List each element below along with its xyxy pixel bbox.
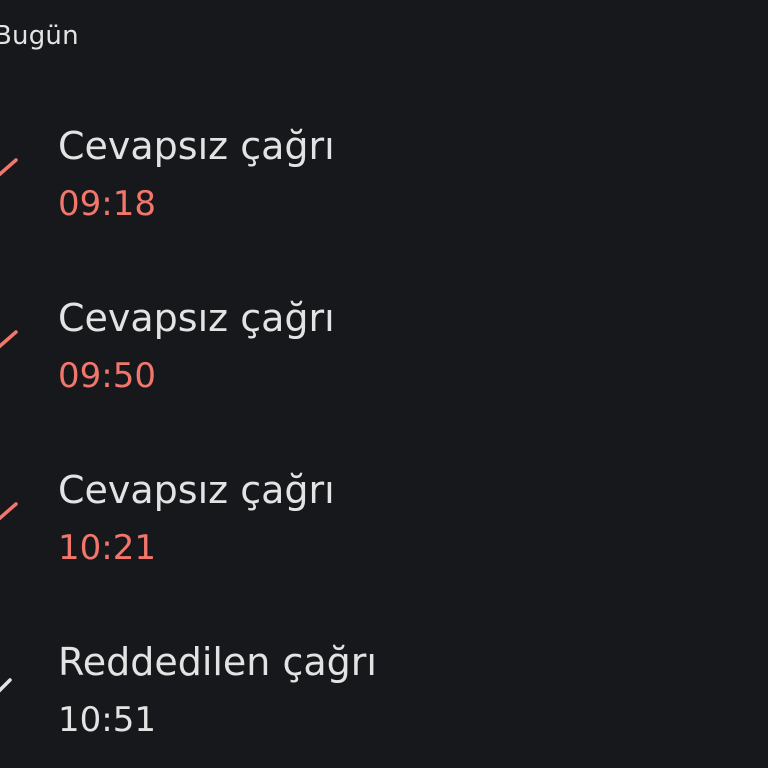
call-type-label: Reddedilen çağrı [58,640,377,684]
call-log-item[interactable]: Reddedilen çağrı 10:51 [0,628,768,768]
call-type-label: Cevapsız çağrı [58,296,335,340]
section-header-today: Bugün [0,21,79,51]
call-time: 10:51 [58,700,156,740]
call-time: 09:18 [58,184,156,224]
call-type-label: Cevapsız çağrı [58,468,335,512]
missed-call-icon [0,326,22,370]
call-time: 10:21 [58,528,156,568]
missed-call-icon [0,154,22,198]
call-history-screen: Bugün Cevapsız çağrı 09:18 Cevapsız çağr… [0,0,768,768]
call-log-item[interactable]: Cevapsız çağrı 09:50 [0,284,768,434]
call-time: 09:50 [58,356,156,396]
declined-call-icon [0,668,22,712]
call-type-label: Cevapsız çağrı [58,124,335,168]
call-log-item[interactable]: Cevapsız çağrı 10:21 [0,456,768,606]
call-log-item[interactable]: Cevapsız çağrı 09:18 [0,112,768,262]
missed-call-icon [0,498,22,542]
